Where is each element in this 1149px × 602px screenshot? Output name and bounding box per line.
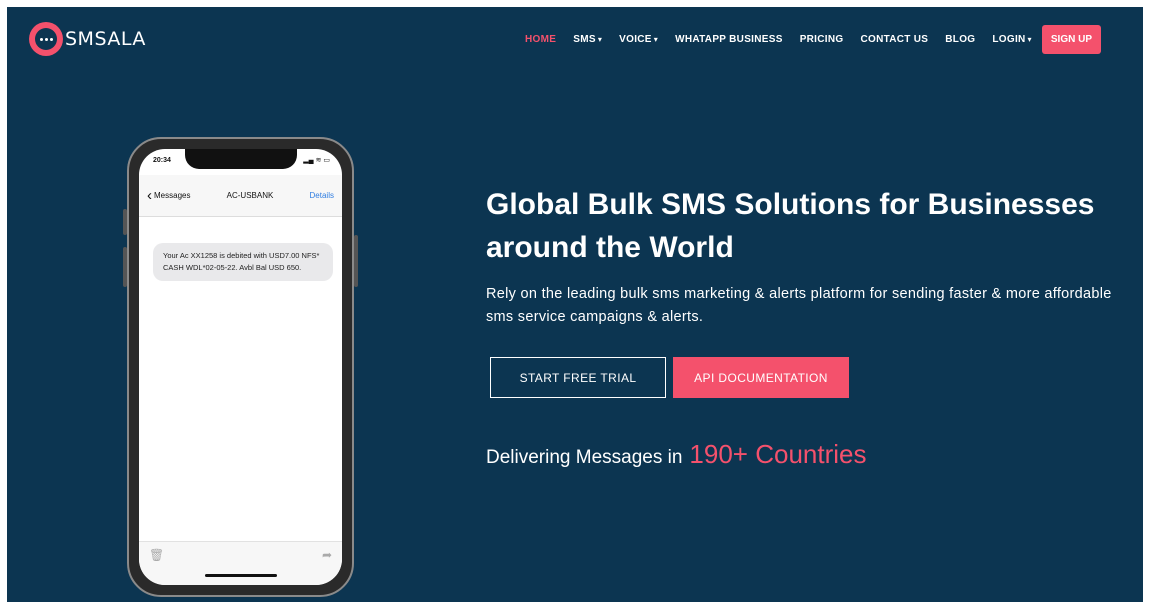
status-time: 20:34 xyxy=(153,157,171,164)
phone-screen: 20:34 ▂▄ ≋ ▭ ‹ Messages AC-USBANK Detail… xyxy=(139,149,342,585)
chevron-down-icon: ▾ xyxy=(653,35,659,44)
details-link: Details xyxy=(309,191,334,200)
chat-bubble-icon xyxy=(29,22,63,56)
back-button: ‹ Messages xyxy=(147,187,191,204)
home-indicator xyxy=(204,574,277,577)
phone-notch xyxy=(184,149,297,169)
phone-side-button xyxy=(354,235,358,287)
logo[interactable]: SMSALA xyxy=(29,22,146,56)
nav-item-login[interactable]: LOGIN ▾ xyxy=(992,34,1032,45)
hero-title: Global Bulk SMS Solutions for Businesses… xyxy=(486,188,1095,264)
phone-mockup: 20:34 ▂▄ ≋ ▭ ‹ Messages AC-USBANK Detail… xyxy=(123,137,358,597)
api-documentation-button[interactable]: API DOCUMENTATION xyxy=(673,357,849,398)
main-nav: HOME SMS ▾ VOICE ▾ WHATAPP BUSINESS PRICIN… xyxy=(508,25,1101,54)
nav-item-sms[interactable]: SMS ▾ xyxy=(573,34,602,45)
logo-text: SMSALA xyxy=(65,28,146,50)
delivering-statement: Delivering Messages in 190+ Countries xyxy=(486,439,866,470)
message-bubble: Your Ac XX1258 is debited with USD7.00 N… xyxy=(153,243,333,281)
start-free-trial-button[interactable]: START FREE TRIAL xyxy=(490,357,666,398)
share-icon: ➦ xyxy=(321,548,332,562)
countries-highlight: 190+ Countries xyxy=(689,439,867,469)
nav-item-whatapp-business[interactable]: WHATAPP BUSINESS xyxy=(675,34,783,45)
phone-footer: 🗑 ➦ xyxy=(139,541,342,585)
delivering-prefix: Delivering Messages in xyxy=(486,447,683,468)
sign-up-button[interactable]: SIGN UP xyxy=(1041,25,1101,54)
chevron-down-icon: ▾ xyxy=(597,35,603,44)
hero-section: SMSALA HOME SMS ▾ VOICE ▾ WHATAPP BUSINESS… xyxy=(7,7,1143,602)
nav-item-home[interactable]: HOME xyxy=(525,34,556,45)
nav-item-contact-us[interactable]: CONTACT US xyxy=(860,34,928,45)
nav-item-pricing[interactable]: PRICING xyxy=(800,34,844,45)
nav-item-blog[interactable]: BLOG xyxy=(945,34,975,45)
chevron-left-icon: ‹ xyxy=(147,187,152,204)
phone-side-button xyxy=(123,247,127,287)
nav-item-voice[interactable]: VOICE ▾ xyxy=(619,34,658,45)
hero-subtitle: Rely on the leading bulk sms marketing &… xyxy=(486,286,1112,325)
trash-icon: 🗑 xyxy=(149,548,165,562)
signal-battery-icon: ▂▄ ≋ ▭ xyxy=(303,157,330,164)
contact-name: AC-USBANK xyxy=(226,191,274,200)
messages-header: ‹ Messages AC-USBANK Details xyxy=(139,175,342,217)
chevron-down-icon: ▾ xyxy=(1027,35,1032,44)
phone-side-button xyxy=(123,209,127,235)
